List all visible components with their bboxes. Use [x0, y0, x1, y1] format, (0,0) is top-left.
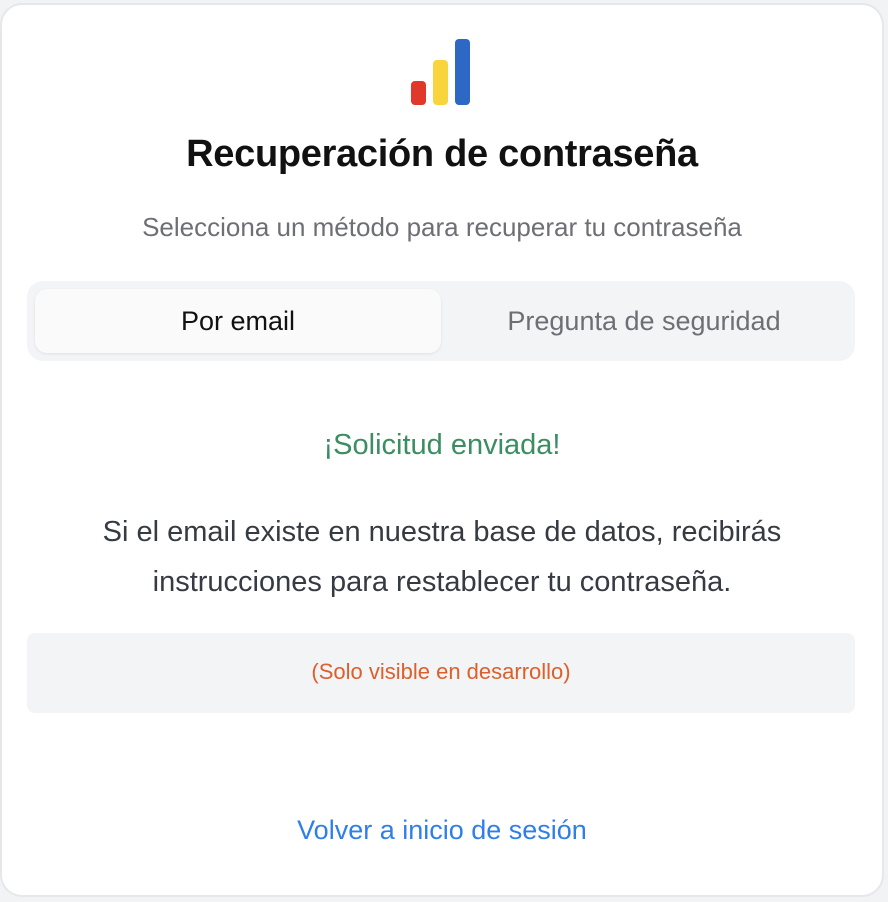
page-subtitle: Selecciona un método para recuperar tu c…	[142, 212, 742, 242]
logo-bar-blue	[455, 39, 470, 105]
tab-por-email[interactable]: Por email	[35, 289, 441, 353]
password-recovery-card: Recuperación de contraseña Selecciona un…	[0, 3, 884, 897]
dev-info-box: (Solo visible en desarrollo)	[27, 633, 855, 713]
success-message: Si el email existe en nuestra base de da…	[102, 516, 782, 598]
bar-chart-logo-icon	[411, 39, 470, 105]
logo-bar-yellow	[433, 60, 448, 105]
recovery-method-tabs: Por email Pregunta de seguridad	[27, 281, 855, 361]
back-to-login-link[interactable]: Volver a inicio de sesión	[2, 815, 882, 846]
tab-pregunta-seguridad[interactable]: Pregunta de seguridad	[441, 289, 847, 353]
logo-bar-red	[411, 81, 426, 105]
dev-note: (Solo visible en desarrollo)	[311, 659, 571, 684]
success-heading: ¡Solicitud enviada!	[323, 429, 561, 461]
page-title: Recuperación de contraseña	[186, 133, 698, 175]
